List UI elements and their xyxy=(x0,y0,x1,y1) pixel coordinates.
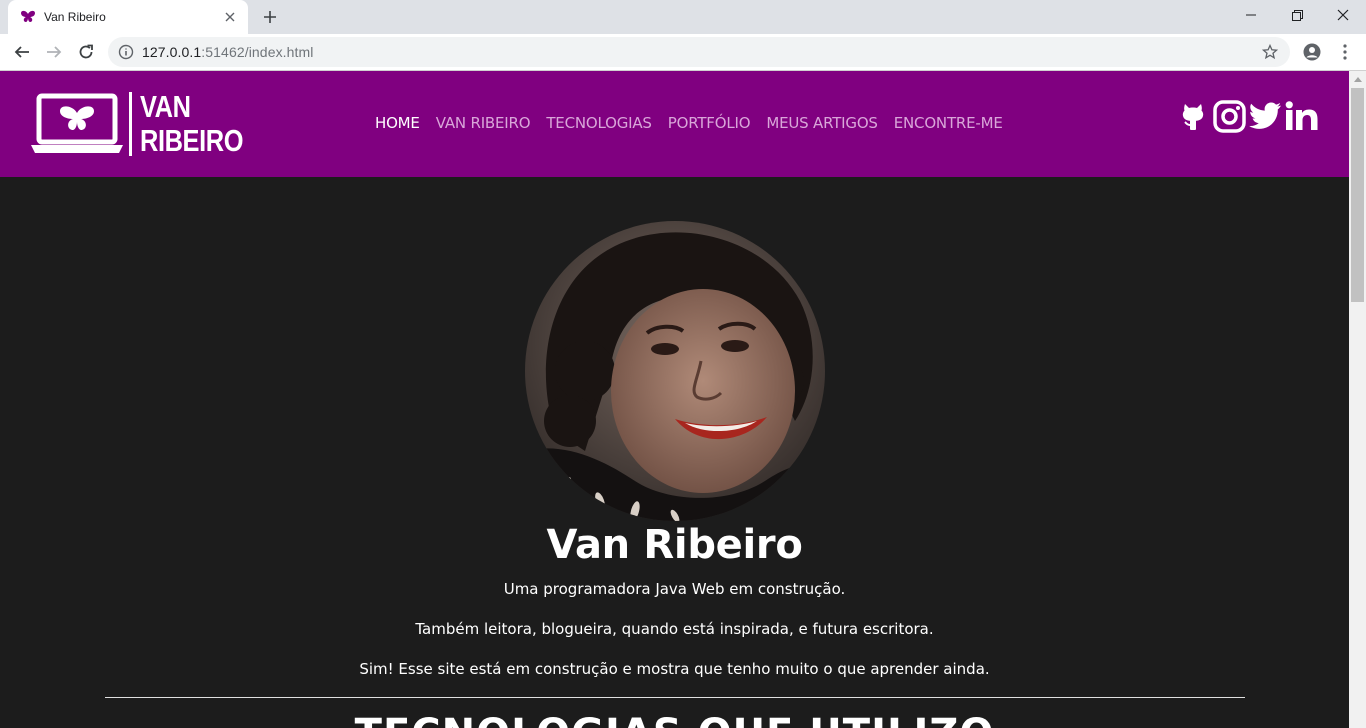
menu-kebab-icon[interactable] xyxy=(1331,38,1359,66)
browser-toolbar: 127.0.0.1:51462/index.html xyxy=(0,34,1366,71)
main-nav: HOME VAN RIBEIRO TECNOLOGIAS PORTFÓLIO M… xyxy=(375,114,1019,132)
back-icon[interactable] xyxy=(8,38,36,66)
butterfly-favicon-icon xyxy=(21,10,35,22)
nav-tecnologias[interactable]: TECNOLOGIAS xyxy=(546,114,652,132)
github-icon[interactable] xyxy=(1180,99,1206,133)
browser-tab-bar: Van Ribeiro xyxy=(0,0,1366,34)
scroll-up-icon[interactable] xyxy=(1349,71,1366,88)
info-icon[interactable] xyxy=(118,44,134,60)
site-logo[interactable]: VAN RIBEIRO xyxy=(31,90,266,158)
bookmark-star-icon[interactable] xyxy=(1260,42,1280,62)
browser-tab[interactable]: Van Ribeiro xyxy=(8,0,248,34)
reload-icon[interactable] xyxy=(72,38,100,66)
laptop-butterfly-logo-icon xyxy=(31,93,123,153)
hero-tagline-1: Uma programadora Java Web em construção. xyxy=(503,580,846,598)
hero-name: Van Ribeiro xyxy=(546,522,803,568)
section-title-tecnologias: TECNOLOGIAS QUE UTILIZO xyxy=(0,711,1349,728)
nav-portfolio[interactable]: PORTFÓLIO xyxy=(668,114,751,132)
hero-tagline-2: Também leitora, blogueira, quando está i… xyxy=(415,620,934,638)
nav-meus-artigos[interactable]: MEUS ARTIGOS xyxy=(766,114,878,132)
logo-line-1: VAN xyxy=(140,89,191,124)
portrait-image xyxy=(525,221,825,521)
url-path: :51462/index.html xyxy=(201,44,314,60)
new-tab-icon[interactable] xyxy=(258,5,282,29)
logo-text: VAN RIBEIRO xyxy=(140,90,243,158)
logo-line-2: RIBEIRO xyxy=(140,123,244,158)
tab-title: Van Ribeiro xyxy=(44,10,106,24)
site-header: VAN RIBEIRO HOME VAN RIBEIRO TECNOLOGIAS… xyxy=(0,71,1349,177)
nav-van-ribeiro[interactable]: VAN RIBEIRO xyxy=(436,114,531,132)
section-divider xyxy=(105,697,1245,698)
page-scrollbar[interactable] xyxy=(1349,71,1366,728)
page-viewport: VAN RIBEIRO HOME VAN RIBEIRO TECNOLOGIAS… xyxy=(0,71,1349,728)
twitter-icon[interactable] xyxy=(1248,99,1282,133)
url-host: 127.0.0.1 xyxy=(142,44,202,60)
url-text: 127.0.0.1:51462/index.html xyxy=(142,44,314,60)
nav-encontre-me[interactable]: ENCONTRE-ME xyxy=(894,114,1003,132)
profile-photo xyxy=(525,221,825,521)
instagram-icon[interactable] xyxy=(1212,99,1246,133)
minimize-icon[interactable] xyxy=(1228,0,1274,30)
hero-tagline-3: Sim! Esse site está em construção e most… xyxy=(359,660,990,678)
address-bar[interactable]: 127.0.0.1:51462/index.html xyxy=(108,37,1290,67)
forward-icon[interactable] xyxy=(40,38,68,66)
profile-icon[interactable] xyxy=(1298,38,1326,66)
linkedin-icon[interactable] xyxy=(1284,99,1320,133)
scrollbar-thumb[interactable] xyxy=(1351,88,1364,302)
logo-divider xyxy=(129,92,132,156)
nav-home[interactable]: HOME xyxy=(375,114,420,132)
restore-icon[interactable] xyxy=(1274,0,1320,30)
window-close-icon[interactable] xyxy=(1320,0,1366,30)
tab-close-icon[interactable] xyxy=(222,9,238,25)
